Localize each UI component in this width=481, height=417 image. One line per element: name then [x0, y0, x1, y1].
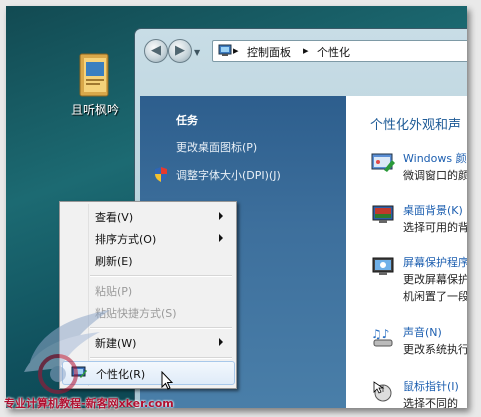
page-title: 个性化外观和声 — [370, 118, 462, 133]
screensaver-icon — [372, 257, 394, 275]
breadcrumb-separator: ▸ — [233, 44, 239, 57]
address-bar[interactable]: ▸ 控制面板 ▸ 个性化 — [212, 40, 467, 62]
change-desktop-icons-link[interactable]: 更改桌面图标(P) — [176, 139, 257, 155]
sound-desc: 更改系统执行 — [403, 343, 467, 356]
menu-item-refresh[interactable]: 刷新(E) — [62, 249, 233, 271]
folder-icon — [79, 53, 109, 97]
adjust-font-size-link[interactable]: 调整字体大小(DPI)(J) — [176, 167, 281, 183]
control-panel-icon — [218, 44, 232, 56]
mouse-cursor-icon — [161, 371, 173, 390]
mouse-pointer-link[interactable]: 鼠标指针(I) — [403, 378, 459, 394]
back-button[interactable]: ◀ — [144, 39, 168, 63]
menu-item-view[interactable]: 查看(V) — [62, 205, 233, 227]
desktop-icon-label: 且听枫吟 — [70, 103, 119, 117]
sound-icon: ♫♪ — [371, 327, 393, 347]
menu-item-label: 排序方式(O) — [95, 233, 157, 246]
uac-shield-icon — [155, 167, 167, 182]
tasks-heading: 任务 — [176, 114, 198, 127]
menu-item-label: 查看(V) — [95, 211, 134, 224]
submenu-arrow-icon — [219, 234, 223, 242]
forward-arrow-icon: ▶ — [175, 43, 185, 58]
submenu-arrow-icon — [219, 338, 223, 346]
menu-item-sort-by[interactable]: 排序方式(O) — [62, 227, 233, 249]
screensaver-desc-line2: 机闲置了一段 — [403, 290, 467, 303]
svg-text:♫♪: ♫♪ — [371, 327, 389, 341]
sound-link[interactable]: 声音(N) — [403, 324, 442, 340]
window-color-desc: 微调窗口的颜 — [403, 169, 467, 182]
menu-item-label: 粘贴(P) — [95, 285, 133, 298]
back-arrow-icon: ◀ — [151, 43, 161, 58]
submenu-arrow-icon — [219, 212, 223, 220]
menu-item-paste[interactable]: 粘贴(P) — [62, 279, 233, 301]
main-content: 个性化外观和声 Windows 颜 微调窗口的颜 桌面背景(K) 选择可用的背 — [346, 96, 467, 408]
menu-item-label: 刷新(E) — [95, 255, 133, 268]
history-dropdown-icon[interactable]: ▼ — [194, 48, 200, 57]
desktop-background-link[interactable]: 桌面背景(K) — [403, 202, 463, 218]
desktop-icon[interactable]: 且听枫吟 — [60, 52, 130, 118]
breadcrumb-separator: ▸ — [303, 44, 309, 57]
desktop-background-icon — [372, 205, 394, 223]
mouse-pointer-icon — [373, 381, 392, 402]
breadcrumb-personalization[interactable]: 个性化 — [317, 44, 350, 60]
watermark-logo — [24, 310, 110, 394]
breadcrumb-control-panel[interactable]: 控制面板 — [247, 44, 291, 60]
screensaver-link[interactable]: 屏幕保护程序 — [403, 254, 467, 270]
watermark-text: 专业计算机教程-新客网xker.com — [4, 397, 174, 410]
forward-button[interactable]: ▶ — [168, 39, 192, 63]
screenshot-frame: 且听枫吟 ◀ ▶ ▼ ▸ 控制面板 ▸ 个性化 任务 更改桌面图标(P) 调整字… — [6, 6, 467, 408]
window-color-icon — [371, 153, 395, 172]
screensaver-desc: 更改屏幕保护 — [403, 273, 467, 286]
window-color-link[interactable]: Windows 颜 — [403, 150, 467, 166]
mouse-pointer-desc: 选择不同的 — [403, 397, 458, 408]
desktop-background-desc: 选择可用的背 — [403, 221, 467, 234]
menu-separator — [90, 275, 232, 277]
